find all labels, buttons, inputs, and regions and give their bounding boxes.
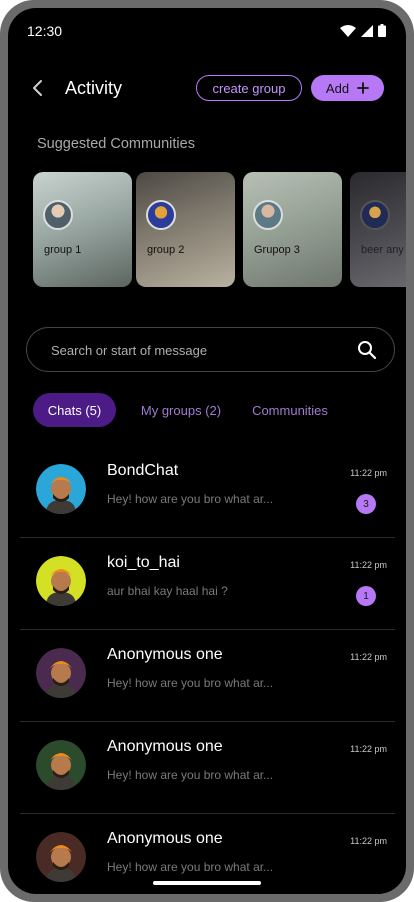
back-arrow-icon[interactable] xyxy=(26,76,50,100)
community-avatar xyxy=(43,200,73,230)
create-group-button[interactable]: create group xyxy=(196,75,302,101)
chat-list-item[interactable]: BondChat Hey! how are you bro what ar...… xyxy=(20,446,395,538)
status-time: 12:30 xyxy=(27,23,63,39)
create-group-label: create group xyxy=(212,80,286,96)
phone-frame: 12:30 Activity create group Add Suggeste… xyxy=(0,0,414,902)
chat-time: 11:22 pm xyxy=(350,744,387,754)
chat-name: Anonymous one xyxy=(107,830,223,847)
chat-preview: Hey! how are you bro what ar... xyxy=(107,676,274,690)
unread-badge: 3 xyxy=(356,494,376,514)
chat-list-item[interactable]: Anonymous one Hey! how are you bro what … xyxy=(20,722,395,814)
chat-name: Anonymous one xyxy=(107,738,223,755)
plus-icon xyxy=(357,82,369,94)
avatar xyxy=(36,740,86,790)
chat-preview: Hey! how are you bro what ar... xyxy=(107,860,274,874)
community-avatar xyxy=(360,200,390,230)
community-card-label: group 1 xyxy=(44,244,82,256)
cell-signal-icon xyxy=(361,24,373,37)
battery-icon xyxy=(378,24,386,37)
avatar xyxy=(36,464,86,514)
tab-my-groups[interactable]: My groups (2) xyxy=(136,393,226,427)
suggested-communities-title: Suggested Communities xyxy=(37,136,195,152)
app-header: Activity create group Add xyxy=(8,70,406,110)
community-avatar xyxy=(253,200,283,230)
add-label: Add xyxy=(325,80,350,96)
chat-list-item[interactable]: koi_to_hai aur bhai kay haal hai ? 11:22… xyxy=(20,538,395,630)
chat-time: 11:22 pm xyxy=(350,652,387,662)
search-icon[interactable] xyxy=(357,340,377,360)
avatar xyxy=(36,832,86,882)
community-card-label: group 2 xyxy=(147,244,185,256)
status-bar: 12:30 xyxy=(8,8,406,54)
avatar xyxy=(36,648,86,698)
chat-name: BondChat xyxy=(107,462,179,479)
chat-name: Anonymous one xyxy=(107,646,223,663)
community-card-label: Grupop 3 xyxy=(254,244,300,256)
avatar xyxy=(36,556,86,606)
unread-badge: 1 xyxy=(356,586,376,606)
chat-time: 11:22 pm xyxy=(350,836,387,846)
search-input[interactable] xyxy=(51,340,341,360)
wifi-icon xyxy=(340,24,356,37)
chat-list-item[interactable]: Anonymous one Hey! how are you bro what … xyxy=(20,630,395,722)
community-card-label: beer any xyxy=(361,244,404,256)
community-carousel[interactable]: group 1 group 2 Grupop 3 beer any xyxy=(33,172,406,288)
chat-name: koi_to_hai xyxy=(107,554,180,571)
chat-preview: Hey! how are you bro what ar... xyxy=(107,768,274,782)
page-title: Activity xyxy=(65,78,123,98)
community-card[interactable]: group 2 xyxy=(136,172,235,287)
community-avatar xyxy=(146,200,176,230)
search-bar xyxy=(26,327,395,372)
chat-tabs: Chats (5) My groups (2) Communities xyxy=(33,393,393,427)
chat-time: 11:22 pm xyxy=(350,468,387,478)
tab-chats[interactable]: Chats (5) xyxy=(33,393,116,427)
community-card[interactable]: group 1 xyxy=(33,172,132,287)
community-card[interactable]: beer any xyxy=(350,172,406,287)
chat-preview: Hey! how are you bro what ar... xyxy=(107,492,274,506)
status-icons xyxy=(340,24,386,37)
add-button[interactable]: Add xyxy=(311,75,384,101)
community-card[interactable]: Grupop 3 xyxy=(243,172,342,287)
screen: 12:30 Activity create group Add Suggeste… xyxy=(8,8,406,894)
tab-communities[interactable]: Communities xyxy=(245,393,335,427)
chat-preview: aur bhai kay haal hai ? xyxy=(107,584,228,598)
chat-time: 11:22 pm xyxy=(350,560,387,570)
home-indicator[interactable] xyxy=(153,881,261,885)
